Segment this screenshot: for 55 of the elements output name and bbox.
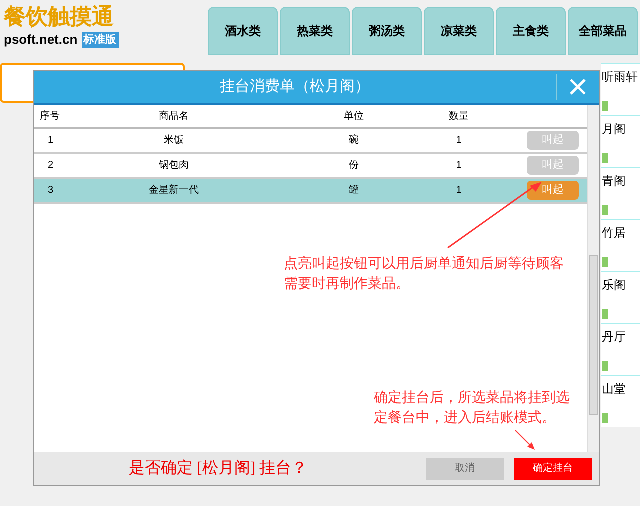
table-cell-text: 米饭	[163, 134, 185, 148]
table-cell-text: 3	[47, 184, 55, 198]
category-tab[interactable]: 热菜类	[280, 7, 350, 55]
table-cell-text: 份	[348, 159, 360, 173]
table-card[interactable]: 竹居	[601, 219, 640, 271]
category-tab[interactable]: 酒水类	[208, 7, 278, 55]
table-cell-text: 1	[455, 184, 463, 198]
table-cell-text: 1	[455, 159, 463, 173]
table-cell-text: 1	[47, 134, 55, 148]
category-tab[interactable]: 全部菜品	[568, 7, 638, 55]
column-header: 单位	[343, 110, 365, 124]
table-name: 竹居	[602, 225, 627, 242]
table-card[interactable]: 月阁	[601, 115, 640, 167]
table-cell-text: 2	[47, 159, 55, 173]
table-card[interactable]: 乐阁	[601, 271, 640, 323]
status-bar	[602, 153, 608, 163]
table-cell-text: 锅包肉	[158, 159, 190, 173]
cancel-button[interactable]: 取消	[426, 458, 504, 480]
status-bar	[602, 101, 608, 111]
status-bar	[602, 205, 608, 215]
status-bar	[602, 309, 608, 319]
status-bar	[602, 413, 608, 423]
scrollbar[interactable]	[587, 105, 599, 452]
table-card[interactable]: 山堂	[601, 375, 640, 427]
column-header: 数量	[448, 110, 470, 124]
table-name: 乐阁	[602, 277, 627, 294]
table-name: 丹厅	[602, 329, 627, 346]
status-bar	[602, 361, 608, 371]
table-name: 月阁	[602, 121, 627, 138]
table-card[interactable]: 听雨轩	[601, 63, 640, 115]
confirm-question: 是否确定 [松月阁] 挂台？	[129, 458, 309, 478]
table-name: 山堂	[602, 381, 627, 398]
order-row[interactable]: 3 金星新一代 罐 1 叫起	[34, 179, 587, 204]
confirm-button[interactable]: 确定挂台	[514, 458, 592, 480]
dialog-title: 挂台消费单（松月阁）	[219, 76, 371, 97]
logo-title: 餐饮触摸通	[4, 4, 115, 30]
table-card[interactable]: 丹厅	[601, 323, 640, 375]
close-icon	[569, 78, 587, 96]
annotation-text: 点亮叫起按钮可以用后厨单通知后厨等待顾客需要时再制作菜品。	[284, 254, 565, 293]
column-header: 序号	[39, 110, 61, 124]
status-bar	[602, 257, 608, 267]
table-name: 青阁	[602, 173, 627, 190]
edition-badge: 标准版	[82, 32, 119, 48]
table-card[interactable]: 青阁	[601, 167, 640, 219]
category-tab[interactable]: 主食类	[496, 7, 566, 55]
category-tab[interactable]: 凉菜类	[424, 7, 494, 55]
annotation-text: 确定挂台后，所选菜品将挂到选定餐台中，进入后结账模式。	[374, 388, 571, 427]
column-header: 商品名	[158, 110, 190, 124]
table-cell-text: 金星新一代	[148, 184, 200, 198]
table-cell-text: 罐	[348, 184, 360, 198]
logo-site: psoft.net.cn	[4, 31, 78, 49]
table-cell-text: 碗	[348, 134, 360, 148]
table-cell-text: 1	[455, 134, 463, 148]
table-name: 听雨轩	[602, 69, 639, 86]
category-tab[interactable]: 粥汤类	[352, 7, 422, 55]
